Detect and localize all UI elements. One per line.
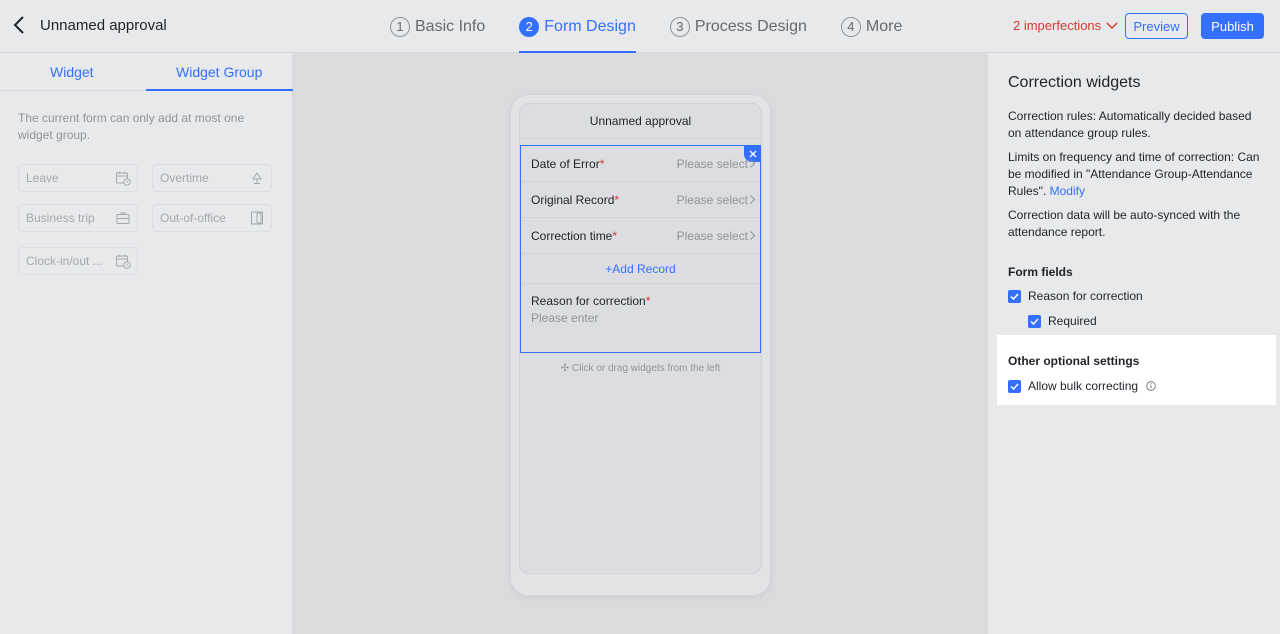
chevron-down-icon — [1106, 21, 1118, 29]
form-title: Unnamed approval — [519, 103, 762, 139]
checkbox-label: Required — [1048, 314, 1097, 328]
preview-button[interactable]: Preview — [1125, 13, 1188, 39]
step-label: Basic Info — [415, 17, 486, 35]
imperfections-label: 2 imperfections — [1013, 18, 1102, 33]
widget-label: Clock-in/out ... — [26, 254, 103, 268]
field-placeholder: Please select — [676, 157, 748, 171]
required-mark: * — [645, 294, 651, 308]
widget-out-of-office[interactable]: Out-of-office — [152, 204, 272, 232]
step-number: 4 — [840, 16, 861, 37]
imperfections-dropdown[interactable]: 2 imperfections — [1013, 18, 1119, 33]
widget-panel: Widget Widget Group The current form can… — [0, 53, 293, 634]
checkbox-checked-icon — [1008, 379, 1021, 393]
lamp-icon — [252, 172, 262, 184]
step-label: More — [865, 17, 903, 35]
limits-text: Limits on frequency and time of correcti… — [1008, 150, 1260, 198]
field-correction-time[interactable]: Correction time* Please select — [521, 218, 760, 254]
page-title: Unnamed approval — [40, 17, 167, 34]
correction-rules-text: Correction rules: Automatically decided … — [1008, 109, 1252, 140]
checkbox-checked-icon — [1028, 314, 1041, 328]
drag-hint: ✣ Click or drag widgets from the left — [560, 363, 721, 374]
field-label: Correction time* — [531, 229, 618, 243]
panel-title: Correction widgets — [1008, 74, 1141, 91]
allow-bulk-correcting-checkbox[interactable]: Allow bulk correcting — [1008, 379, 1156, 393]
field-placeholder: Please select — [676, 229, 748, 243]
step-process-design[interactable]: 3 Process Design — [669, 0, 807, 53]
chevron-right-icon — [750, 159, 756, 168]
required-mark: * — [599, 157, 605, 171]
suitcase-icon — [116, 212, 130, 224]
checkbox-label: Allow bulk correcting — [1028, 379, 1139, 393]
add-record-button[interactable]: +Add Record — [521, 254, 760, 284]
required-mark: * — [612, 229, 618, 243]
reason-field-label: Reason for correction* — [531, 294, 651, 308]
step-more[interactable]: 4 More — [840, 0, 903, 53]
door-icon — [251, 211, 263, 225]
chevron-left-icon — [13, 16, 24, 34]
widget-label: Overtime — [160, 171, 209, 185]
active-tab-indicator — [146, 89, 293, 91]
other-settings-heading: Other optional settings — [1008, 354, 1140, 368]
field-label: Original Record* — [531, 193, 620, 207]
step-nav: 1 Basic Info 2 Form Design 3 Process Des… — [390, 0, 936, 53]
step-number: 2 — [519, 16, 540, 37]
field-label: Date of Error* — [531, 157, 605, 171]
step-label: Form Design — [544, 17, 636, 35]
reason-field-placeholder: Please enter — [531, 311, 599, 325]
widget-group-hint: The current form can only add at most on… — [18, 111, 245, 142]
correction-widget-group[interactable]: Date of Error* Please select Original Re… — [520, 145, 761, 353]
chevron-right-icon — [750, 195, 756, 204]
info-icon[interactable] — [1146, 381, 1156, 391]
checkbox-checked-icon — [1008, 289, 1021, 303]
tab-widget-group[interactable]: Widget Group — [176, 64, 262, 80]
calendar-clock-icon — [116, 171, 131, 186]
sync-text: Correction data will be auto-synced with… — [1008, 208, 1241, 239]
widget-clock-in-out[interactable]: Clock-in/out ... — [18, 247, 138, 275]
field-placeholder: Please select — [676, 193, 748, 207]
checkbox-label: Reason for correction — [1028, 289, 1143, 303]
step-number: 1 — [390, 16, 410, 37]
widget-overtime[interactable]: Overtime — [152, 164, 272, 192]
chevron-right-icon — [750, 231, 756, 240]
field-original-record[interactable]: Original Record* Please select — [521, 182, 760, 218]
calendar-clock-icon — [116, 254, 131, 269]
step-basic-info[interactable]: 1 Basic Info — [390, 0, 485, 53]
required-mark: * — [614, 193, 620, 207]
tab-widget[interactable]: Widget — [50, 64, 94, 80]
widget-label: Business trip — [26, 211, 95, 225]
required-checkbox[interactable]: Required — [1028, 314, 1097, 328]
widget-label: Out-of-office — [160, 211, 226, 225]
field-date-of-error[interactable]: Date of Error* Please select — [521, 146, 760, 182]
modify-link[interactable]: Modify — [1050, 184, 1085, 198]
step-number: 3 — [669, 16, 690, 37]
step-label: Process Design — [694, 17, 807, 35]
top-bar: Unnamed approval 1 Basic Info 2 Form Des… — [0, 0, 1280, 53]
step-form-design[interactable]: 2 Form Design — [519, 0, 636, 53]
widget-leave[interactable]: Leave — [18, 164, 138, 192]
other-settings-section: Other optional settings Allow bulk corre… — [997, 335, 1276, 405]
reason-for-correction-checkbox[interactable]: Reason for correction — [1008, 289, 1143, 303]
back-button[interactable] — [8, 12, 30, 38]
widget-tabs: Widget Widget Group — [0, 53, 293, 91]
form-fields-heading: Form fields — [1008, 265, 1073, 279]
publish-button[interactable]: Publish — [1201, 13, 1264, 39]
widget-label: Leave — [26, 171, 59, 185]
widget-business-trip[interactable]: Business trip — [18, 204, 138, 232]
